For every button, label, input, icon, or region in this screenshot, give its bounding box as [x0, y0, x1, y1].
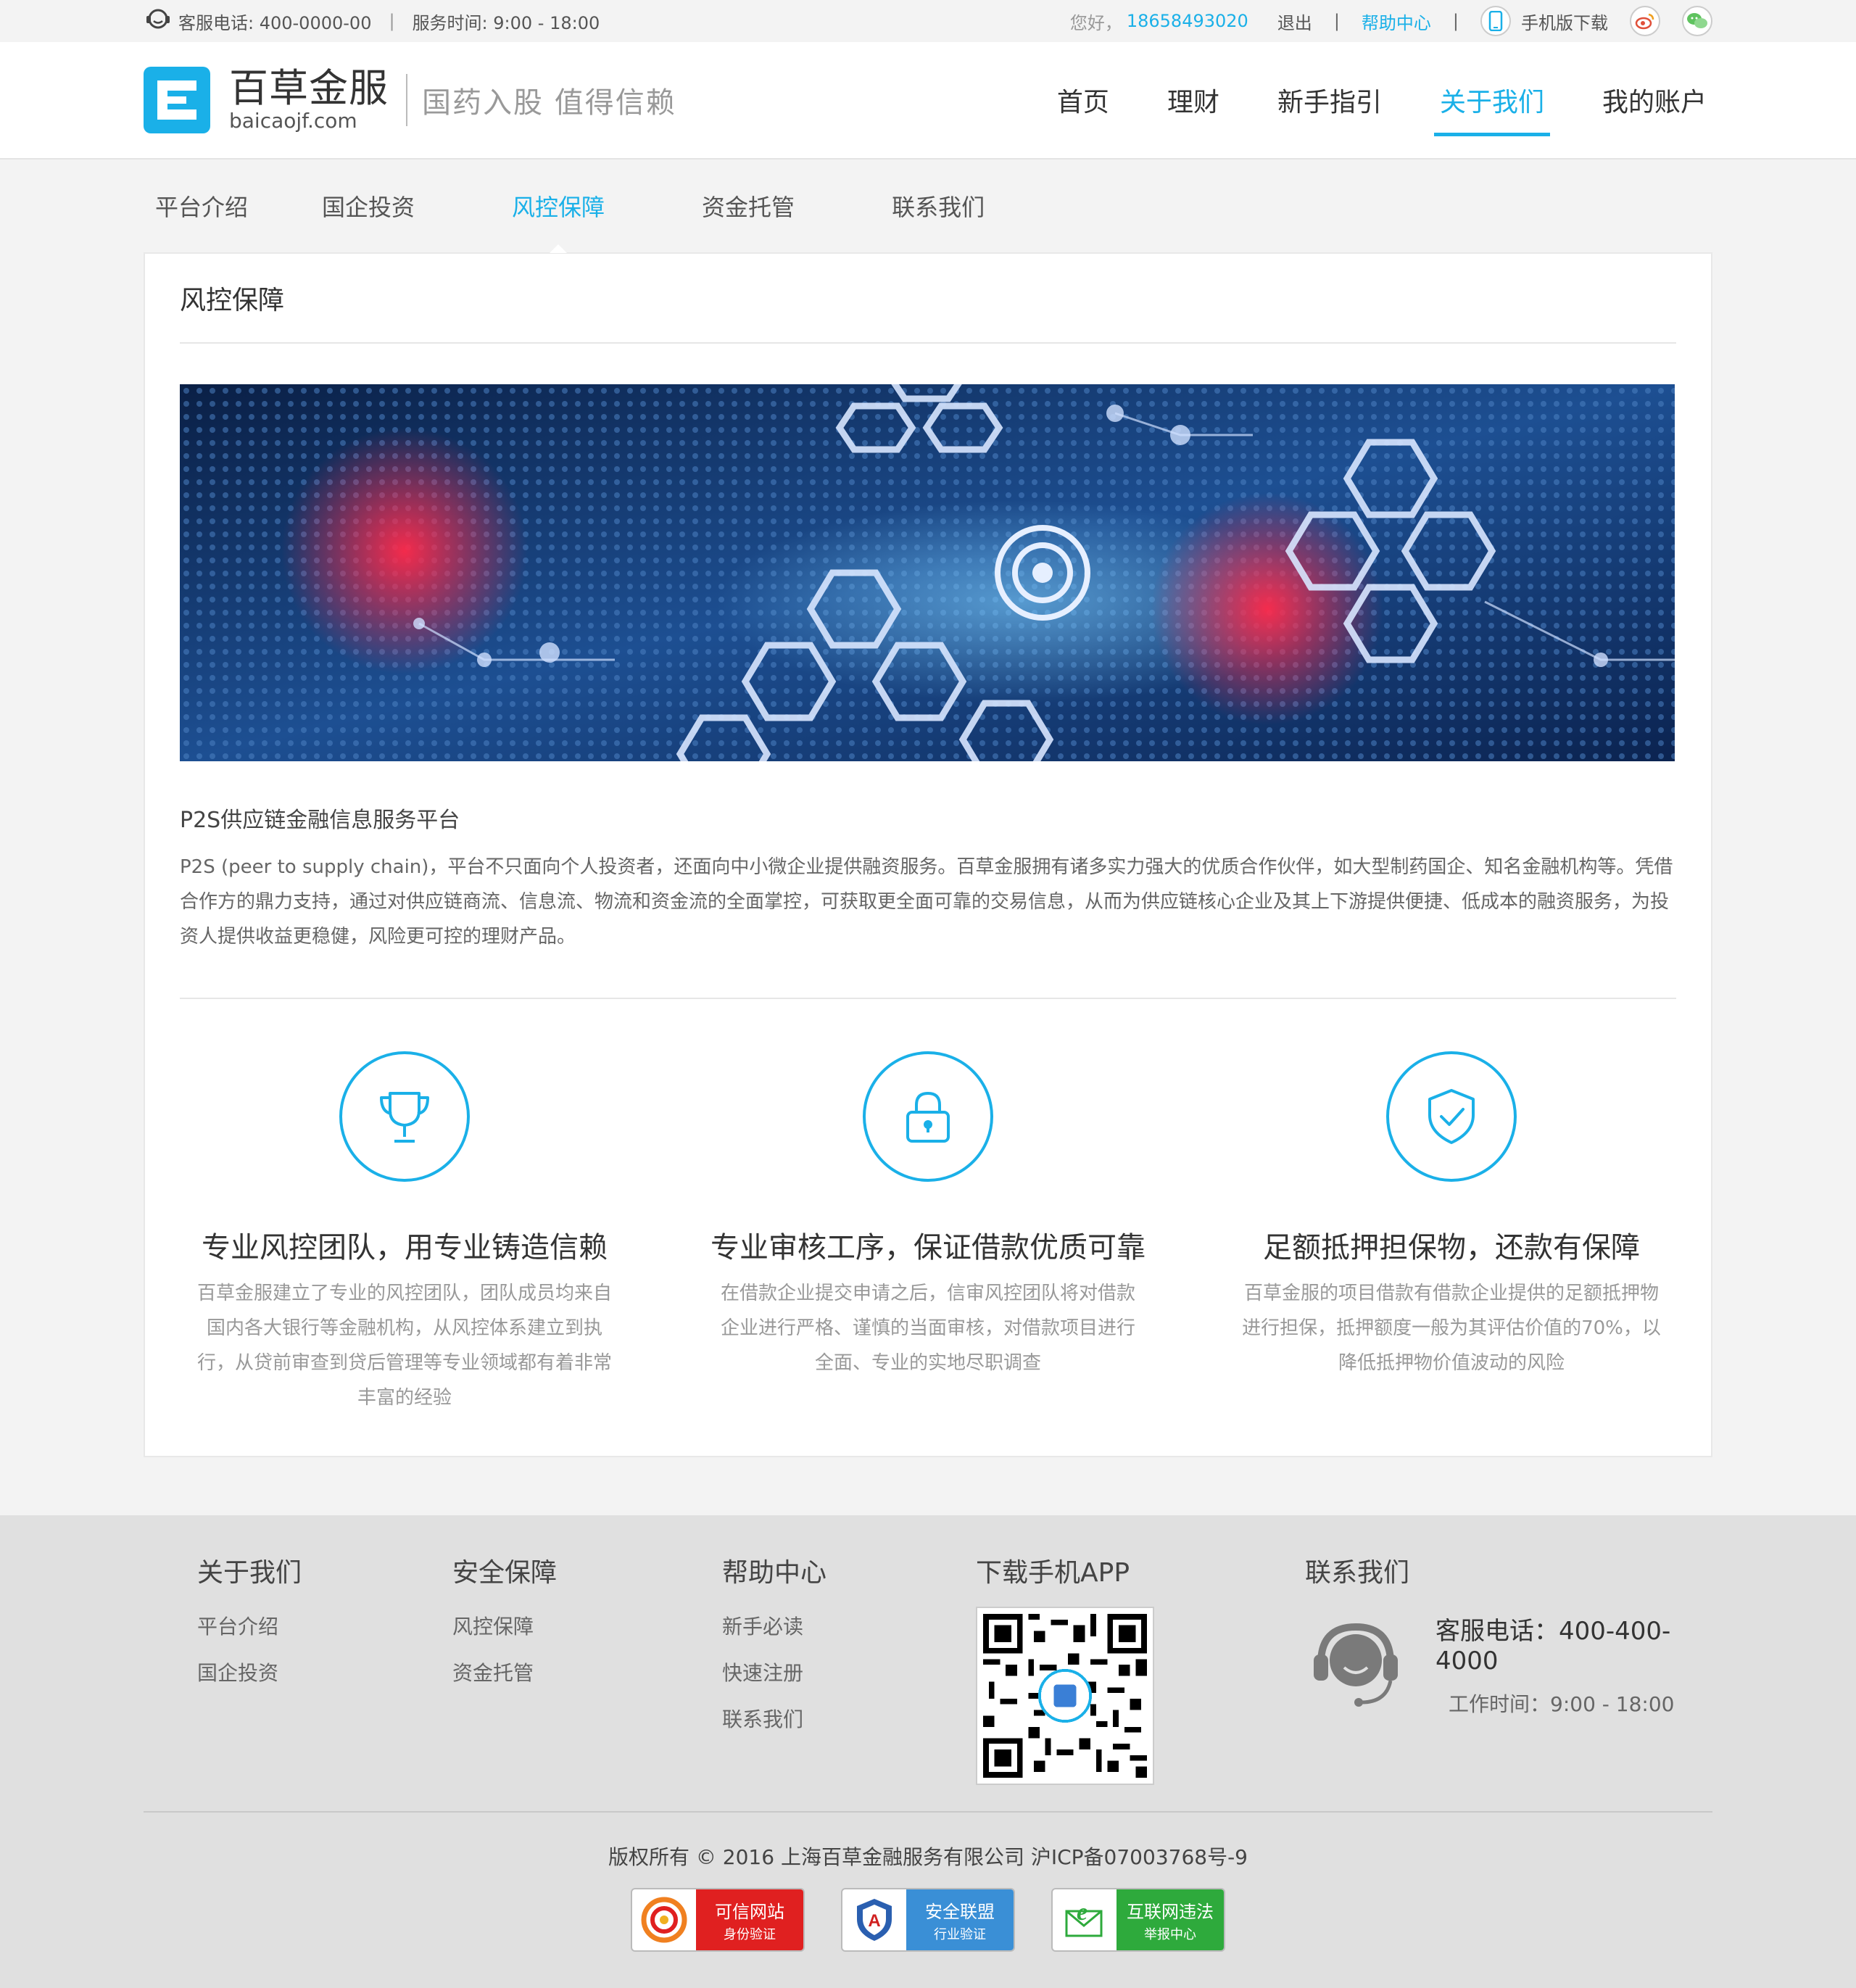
subnav-soe-investment[interactable]: 国企投资	[322, 160, 415, 252]
site-header: 百草金服 baicaojf.com 国药入股 值得信赖 首页 理财 新手指引 关…	[0, 42, 1856, 160]
shield-icon	[1386, 1051, 1517, 1182]
banner-image	[180, 384, 1675, 761]
nav-invest[interactable]: 理财	[1161, 42, 1225, 158]
svg-text:A: A	[868, 1911, 880, 1931]
footer-link[interactable]: 资金托管	[452, 1657, 557, 1686]
separator: |	[1452, 11, 1459, 31]
badge-subtitle: 举报中心	[1144, 1926, 1196, 1942]
footer-heading: 联系我们	[1305, 1558, 1410, 1588]
subnav-risk-control[interactable]: 风控保障	[512, 160, 605, 253]
subnav-platform-intro[interactable]: 平台介绍	[155, 160, 248, 252]
mobile-download-link[interactable]: 手机版下载	[1521, 9, 1608, 34]
feature-item: 足额抵押担保物，还款有保障 百草金服的项目借款有借款企业提供的足额抵押物进行担保…	[1227, 1051, 1676, 1415]
top-bar: 客服电话: 400-0000-00 | 服务时间: 9:00 - 18:00 您…	[0, 0, 1856, 42]
footer-heading: 关于我们	[197, 1558, 302, 1588]
badge-title: 安全联盟	[925, 1901, 995, 1922]
main-nav: 首页 理财 新手指引 关于我们 我的账户	[1005, 42, 1712, 158]
feature-item: 专业审核工序，保证借款优质可靠 在借款企业提交申请之后，信审风控团队将对借款企业…	[703, 1051, 1153, 1415]
feature-item: 专业风控团队，用专业铸造信赖 百草金服建立了专业的风控团队，团队成员均来自国内各…	[180, 1051, 629, 1415]
footer-link[interactable]: 快速注册	[722, 1657, 826, 1686]
footer-about: 关于我们 平台介绍 国企投资	[197, 1552, 302, 1686]
help-center-link[interactable]: 帮助中心	[1362, 9, 1431, 34]
feature-title: 足额抵押担保物，还款有保障	[1263, 1231, 1640, 1264]
footer-heading: 帮助中心	[722, 1558, 827, 1588]
footer-link[interactable]: 风控保障	[452, 1611, 557, 1640]
service-hours: 服务时间: 9:00 - 18:00	[412, 12, 600, 33]
trusted-site-badge[interactable]: 可信网站 身份验证	[631, 1888, 805, 1952]
security-alliance-icon: A	[842, 1889, 906, 1950]
footer-contact: 联系我们 客服电话：400-400-4000 工作时间：9:00 - 18:00	[1305, 1552, 1712, 1718]
logo-name-cn: 百草金服	[229, 65, 389, 111]
svg-text:e: e	[1077, 1899, 1088, 1926]
nav-about[interactable]: 关于我们	[1433, 42, 1551, 158]
lock-icon	[863, 1051, 993, 1182]
feature-list: 专业风控团队，用专业铸造信赖 百草金服建立了专业的风控团队，团队成员均来自国内各…	[180, 1051, 1676, 1415]
security-alliance-badge[interactable]: A 安全联盟 行业验证	[841, 1888, 1015, 1952]
footer-help: 帮助中心 新手必读 快速注册 联系我们	[722, 1552, 826, 1733]
footer-heading: 安全保障	[452, 1558, 558, 1588]
logout-link[interactable]: 退出	[1277, 9, 1312, 34]
footer-app: 下载手机APP	[976, 1552, 1154, 1785]
footer-link[interactable]: 国企投资	[197, 1657, 302, 1686]
content-card: 风控保障 P2S供应链金融信息服务平台 P2S (peer to supply …	[144, 252, 1712, 1457]
badge-title: 可信网站	[715, 1901, 784, 1922]
nav-account[interactable]: 我的账户	[1596, 42, 1712, 158]
subnav-contact[interactable]: 联系我们	[892, 160, 985, 252]
trophy-icon	[339, 1051, 470, 1182]
logo-mark-icon	[144, 67, 210, 133]
greeting: 您好，	[1069, 12, 1122, 33]
sub-nav: 平台介绍 国企投资 风控保障 资金托管 联系我们	[0, 160, 1856, 253]
nav-home[interactable]: 首页	[1051, 42, 1115, 158]
page-title: 风控保障	[180, 254, 1676, 344]
trust-badges: 可信网站 身份验证 A 安全联盟 行业验证 e 互联网违法 举报中心	[144, 1888, 1712, 1952]
footer-link[interactable]: 新手必读	[722, 1611, 826, 1640]
footer-divider	[144, 1811, 1712, 1813]
footer-link[interactable]: 联系我们	[722, 1704, 826, 1733]
app-qr-code	[976, 1607, 1154, 1785]
feature-text: 在借款企业提交申请之后，信审风控团队将对借款企业进行严格、谨慎的当面审核，对借款…	[720, 1283, 1135, 1374]
logo-domain: baicaojf.com	[229, 109, 357, 133]
badge-subtitle: 行业验证	[934, 1926, 986, 1942]
headset-icon	[144, 4, 173, 38]
slogan: 国药入股 值得信赖	[422, 86, 676, 120]
nav-guide[interactable]: 新手指引	[1272, 42, 1388, 158]
feature-title: 专业风控团队，用专业铸造信赖	[202, 1231, 608, 1264]
logo-divider	[406, 74, 407, 126]
subnav-fund-custody[interactable]: 资金托管	[702, 160, 795, 252]
username-link[interactable]: 18658493020	[1127, 11, 1248, 31]
intro-title: P2S供应链金融信息服务平台	[180, 808, 460, 833]
site-footer: 关于我们 平台介绍 国企投资 安全保障 风控保障 资金托管 帮助中心 新手必读 …	[0, 1515, 1856, 1988]
intro-text: P2S (peer to supply chain)，平台不只面向个人投资者，还…	[180, 856, 1673, 948]
service-phone: 客服电话: 400-0000-00	[178, 12, 372, 33]
footer-phone: 客服电话：400-400-4000	[1436, 1617, 1671, 1676]
separator: |	[1333, 11, 1340, 31]
badge-subtitle: 身份验证	[724, 1926, 776, 1942]
phone-icon	[1480, 6, 1511, 36]
copyright: 版权所有 © 2016 上海百草金融服务有限公司 沪ICP备07003768号-…	[608, 1845, 1248, 1869]
feature-title: 专业审核工序，保证借款优质可靠	[710, 1231, 1146, 1264]
footer-hours: 工作时间：9:00 - 18:00	[1449, 1692, 1675, 1716]
logo[interactable]: 百草金服 baicaojf.com 国药入股 值得信赖	[144, 67, 676, 133]
wechat-icon[interactable]	[1682, 6, 1712, 36]
footer-security: 安全保障 风控保障 资金托管	[452, 1552, 557, 1686]
badge-title: 互联网违法	[1127, 1901, 1214, 1922]
footer-heading: 下载手机APP	[976, 1558, 1130, 1588]
feature-text: 百草金服的项目借款有借款企业提供的足额抵押物进行担保，抵押额度一般为其评估价值的…	[1242, 1283, 1661, 1374]
illegal-report-badge[interactable]: e 互联网违法 举报中心	[1051, 1888, 1225, 1952]
weibo-icon[interactable]	[1630, 6, 1660, 36]
divider	[180, 998, 1676, 999]
trusted-site-icon	[632, 1889, 696, 1950]
customer-service-icon	[1305, 1612, 1406, 1717]
separator: |	[389, 11, 395, 31]
feature-text: 百草金服建立了专业的风控团队，团队成员均来自国内各大银行等金融机构，从风控体系建…	[196, 1283, 612, 1409]
footer-link[interactable]: 平台介绍	[197, 1611, 302, 1640]
report-center-icon: e	[1053, 1889, 1116, 1950]
